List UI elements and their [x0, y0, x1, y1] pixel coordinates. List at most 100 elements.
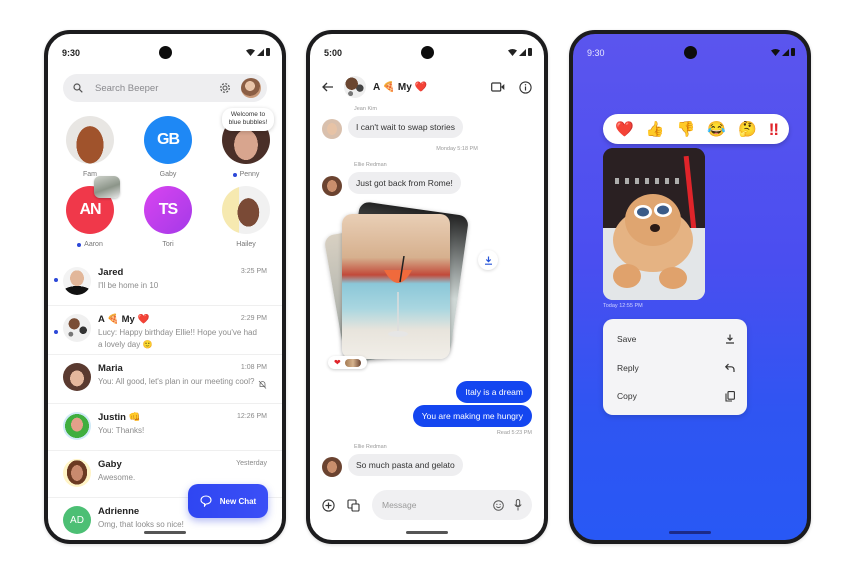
reply-icon: [725, 363, 735, 372]
sender-name: Ellie Redman: [354, 162, 387, 168]
reactor-avatars: [344, 358, 361, 367]
chat-time: 2:29 PM: [240, 315, 267, 322]
chat-row[interactable]: Jared I'll be home in 10 3:25 PM: [48, 259, 282, 306]
chat-time: 3:25 PM: [240, 268, 267, 275]
gallery-icon[interactable]: [347, 498, 360, 512]
chat-header: A 🍕 My ❤️: [310, 72, 544, 102]
pinned-chat-hailey[interactable]: Hailey: [220, 186, 272, 248]
menu-item-save[interactable]: Save: [603, 325, 747, 354]
photo-timestamp: Today 12:55 PM: [603, 303, 643, 309]
avatar: [63, 267, 91, 295]
avatar: [63, 363, 91, 391]
home-indicator: [144, 531, 186, 534]
menu-item-copy[interactable]: Copy: [603, 382, 747, 411]
reaction-thinking[interactable]: 🤔: [738, 122, 757, 137]
pinned-name: Penny: [239, 171, 260, 178]
signal-icon: [782, 48, 789, 56]
avatar: TS: [144, 186, 192, 234]
message-input[interactable]: Message: [372, 490, 532, 520]
phone-chat-list: 9:30 Search Beeper Fam GB Gaby Penny Wel…: [44, 30, 286, 544]
message-bubble[interactable]: I can't wait to swap stories: [348, 116, 463, 138]
emoji-icon[interactable]: [493, 499, 504, 511]
dog-photo-message[interactable]: [603, 148, 705, 300]
wifi-icon: [508, 48, 517, 56]
status-time: 5:00: [324, 48, 343, 58]
message-bubble-sent[interactable]: Italy is a dream: [456, 381, 532, 403]
pinned-name: Aaron: [84, 241, 103, 248]
status-time: 9:30: [587, 48, 605, 58]
pinned-chat-tori[interactable]: TS Tori: [142, 186, 194, 248]
message-bubble-sent[interactable]: You are making me hungry: [412, 405, 532, 427]
gear-icon[interactable]: [219, 82, 231, 94]
chat-name: Gaby: [98, 459, 122, 470]
download-button[interactable]: [478, 250, 498, 270]
welcome-tooltip: Welcome to blue bubbles!: [222, 108, 274, 131]
unread-dot: [232, 172, 237, 177]
pinned-chat-gaby[interactable]: GB Gaby: [142, 116, 194, 178]
download-icon: [726, 334, 734, 344]
context-menu: Save Reply Copy: [603, 319, 747, 415]
sender-name: Jean Kim: [354, 106, 377, 112]
new-chat-button[interactable]: New Chat: [188, 484, 268, 518]
read-receipt: Read 5:23 PM: [496, 430, 532, 436]
signal-icon: [519, 48, 526, 56]
message-bubble[interactable]: Just got back from Rome!: [348, 172, 461, 194]
reaction-thumbs-down[interactable]: 👎: [676, 122, 695, 137]
reaction-thumbs-up[interactable]: 👍: [646, 122, 665, 137]
sender-name: Ellie Redman: [354, 444, 387, 450]
battery-icon: [266, 48, 270, 56]
search-input[interactable]: Search Beeper: [95, 83, 219, 94]
message-bubble[interactable]: So much pasta and gelato: [348, 454, 463, 476]
chat-title[interactable]: A 🍕 My ❤️: [344, 76, 427, 98]
search-icon: [73, 83, 83, 93]
camera-cutout: [159, 46, 172, 59]
status-icons: [246, 48, 270, 56]
info-icon[interactable]: [519, 80, 532, 94]
avatar-initials: GB: [157, 131, 180, 148]
reaction-pill[interactable]: ❤: [328, 356, 367, 369]
chat-time: Yesterday: [236, 460, 267, 467]
menu-item-label: Reply: [617, 362, 639, 373]
avatar: [322, 176, 342, 196]
avatar: [322, 119, 342, 139]
status-icons: [771, 48, 795, 56]
reaction-picker: ❤️ 👍 👎 😂 🤔 ‼: [603, 114, 789, 144]
add-icon[interactable]: [322, 498, 335, 512]
pinned-chat-fam[interactable]: Fam: [64, 116, 116, 178]
wifi-icon: [771, 48, 780, 56]
photo-stack-attachment[interactable]: [323, 201, 470, 376]
status-bar: 9:30: [573, 34, 807, 68]
dog-image: [603, 148, 705, 300]
chat-name: Maria: [98, 363, 123, 374]
chat-row[interactable]: A 🍕 My ❤️ Lucy: Happy birthday Ellie!! H…: [48, 306, 282, 355]
date-separator: Monday 5:18 PM: [436, 146, 478, 152]
copy-icon: [725, 390, 735, 402]
message-placeholder: Message: [382, 500, 417, 510]
reaction-heart[interactable]: ❤️: [615, 122, 634, 137]
battery-icon: [791, 48, 795, 56]
reaction-laugh[interactable]: 😂: [707, 122, 726, 137]
home-indicator: [669, 531, 711, 534]
search-bar[interactable]: Search Beeper: [63, 74, 267, 102]
chat-row[interactable]: Justin 👊 You: Thanks! 12:26 PM: [48, 404, 282, 451]
avatar: [322, 457, 342, 477]
phone-conversation: 5:00 A 🍕 My ❤️ Jean Kim I can't wait to …: [306, 30, 548, 544]
chat-name: Justin 👊: [98, 412, 141, 423]
menu-item-reply[interactable]: Reply: [603, 354, 747, 383]
profile-avatar[interactable]: [241, 78, 261, 98]
back-arrow-icon[interactable]: [322, 82, 334, 92]
microphone-icon[interactable]: [514, 499, 522, 511]
reaction-exclamation[interactable]: ‼: [769, 121, 779, 138]
chat-row[interactable]: Maria You: All good, let's plan in our m…: [48, 355, 282, 404]
chat-time: 1:08 PM: [240, 364, 267, 371]
video-call-icon[interactable]: [491, 82, 505, 92]
chat-preview: You: Thanks!: [98, 426, 145, 435]
new-chat-label: New Chat: [219, 496, 257, 506]
chat-name: A 🍕 My ❤️: [98, 314, 150, 325]
camera-cutout: [684, 46, 697, 59]
pinned-name: Tori: [162, 241, 174, 248]
chat-preview: Lucy: Happy birthday Ellie!! Hope you've…: [98, 328, 257, 349]
menu-item-label: Copy: [617, 391, 637, 402]
status-icons: [508, 48, 532, 56]
story-thumbnail[interactable]: [94, 176, 120, 198]
